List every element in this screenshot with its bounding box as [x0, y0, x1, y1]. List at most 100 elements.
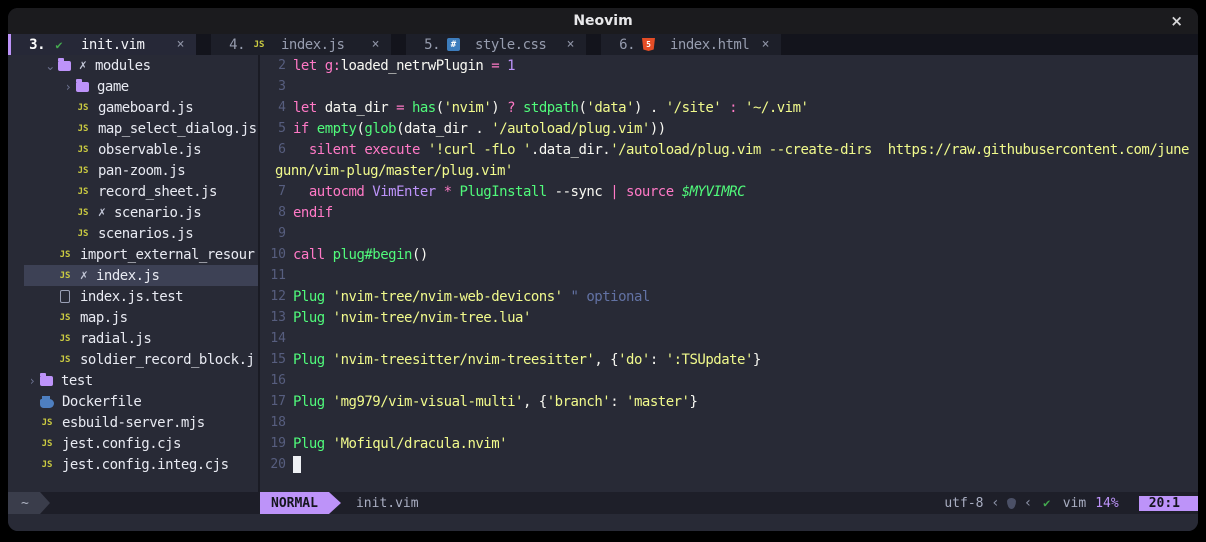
tree-item-index.js.test[interactable]: index.js.test: [8, 286, 258, 307]
code-editor[interactable]: 2let g:loaded_netrwPlugin = 134let data_…: [260, 55, 1198, 492]
tab-init.vim[interactable]: 3.✔init.vim×: [8, 34, 196, 55]
tree-item-index.js[interactable]: JS ✗index.js: [8, 265, 258, 286]
line-number: 17: [260, 394, 286, 409]
code-token: .data_dir.: [531, 142, 610, 158]
code-token: '/autoload/plug.vim --create-dirs https:…: [610, 142, 1189, 158]
line-number: 9: [260, 226, 286, 241]
file-icon: [60, 290, 70, 303]
line-number: 15: [260, 352, 286, 367]
code-token: g:: [325, 58, 341, 74]
tree-item-gameboard.js[interactable]: JSgameboard.js: [8, 97, 258, 118]
folder-icon: [58, 61, 71, 71]
tab-index.html[interactable]: 6.5index.html×: [601, 34, 781, 55]
tree-item-scenario.js[interactable]: JS✗scenario.js: [8, 202, 258, 223]
line-number: 5: [260, 121, 286, 136]
code-token: call: [293, 247, 333, 263]
code-line: 4let data_dir = has('nvim') ? stdpath('d…: [260, 97, 1198, 118]
tree-item-jest.config.integ.cjs[interactable]: JSjest.config.integ.cjs: [8, 454, 258, 475]
tab-style.css[interactable]: 5.#style.css×: [406, 34, 586, 55]
tree-item-test[interactable]: ›test: [8, 370, 258, 391]
code-token: VimEnter: [372, 184, 443, 200]
code-line: 10call plug#begin(): [260, 244, 1198, 265]
statusline-filename: init.vim: [356, 496, 419, 511]
titlebar: Neovim ×: [8, 8, 1198, 34]
code-token: '~/.vim': [745, 100, 808, 116]
code-token: 'master': [626, 394, 689, 410]
code-token: ): [491, 100, 507, 116]
tree-item-game[interactable]: ›game: [8, 76, 258, 97]
tree-item-soldier_record_block.j[interactable]: JSsoldier_record_block.j: [8, 349, 258, 370]
code-token: *: [444, 184, 460, 200]
tree-item-map.js[interactable]: JSmap.js: [8, 307, 258, 328]
code-text: Plug 'nvim-treesitter/nvim-treesitter', …: [293, 352, 761, 368]
tree-item-observable.js[interactable]: JS observable.js: [8, 139, 258, 160]
tab-close-icon[interactable]: ×: [762, 37, 769, 52]
tree-item-label: pan-zoom.js: [98, 163, 185, 179]
code-token: let: [293, 58, 325, 74]
code-token: :: [721, 100, 745, 116]
code-token: '/site': [666, 100, 722, 116]
js-icon: JS: [58, 271, 72, 281]
tree-item-scenarios.js[interactable]: JSscenarios.js: [8, 223, 258, 244]
separator-icon: ‹: [1025, 495, 1031, 511]
git-status-icon: ✗: [80, 268, 96, 283]
js-icon: JS: [76, 145, 90, 155]
tree-item-record_sheet.js[interactable]: JSrecord_sheet.js: [8, 181, 258, 202]
tree-item-label: scenarios.js: [98, 226, 193, 242]
code-token: , {: [594, 352, 618, 368]
code-token: 'nvim-tree/nvim-web-devicons': [333, 289, 563, 305]
code-line: 18: [260, 412, 1198, 433]
code-text: Plug 'nvim-tree/nvim-tree.lua': [293, 310, 531, 326]
code-token: 'nvim': [444, 100, 492, 116]
code-text: Plug 'Mofiqul/dracula.nvim': [293, 436, 507, 452]
tree-item-label: radial.js: [80, 331, 151, 347]
tab-index.js[interactable]: 4.JSindex.js×: [211, 34, 391, 55]
js-icon: JS: [76, 208, 90, 218]
tree-item-radial.js[interactable]: JSradial.js: [8, 328, 258, 349]
neovim-window: Neovim × 3.✔init.vim×4.JSindex.js×5.#sty…: [8, 8, 1198, 531]
line-number: 18: [260, 415, 286, 430]
line-number: 7: [260, 184, 286, 199]
tilde-label: ~: [21, 496, 29, 511]
folder-icon: [40, 376, 53, 386]
tree-item-Dockerfile[interactable]: Dockerfile: [8, 391, 258, 412]
js-icon: JS: [40, 439, 54, 449]
code-token: Plug: [293, 436, 333, 452]
code-token: execute: [364, 142, 427, 158]
tree-item-label: scenario.js: [114, 205, 201, 221]
tree-item-label: test: [61, 373, 93, 389]
code-token: ':TSUpdate': [666, 352, 753, 368]
js-icon: JS: [76, 166, 90, 176]
code-line: 13Plug 'nvim-tree/nvim-tree.lua': [260, 307, 1198, 328]
code-token: 'nvim-treesitter/nvim-treesitter': [333, 352, 595, 368]
window-close-icon[interactable]: ×: [1170, 8, 1183, 34]
tree-item-label: esbuild-server.mjs: [62, 415, 205, 431]
js-icon: JS: [58, 250, 72, 260]
code-token: loaded_netrwPlugin: [341, 58, 492, 74]
tree-item-modules[interactable]: ⌄✗modules: [8, 55, 258, 76]
tree-item-label: index.js: [96, 268, 159, 284]
tree-item-map_select_dialog.js[interactable]: JSmap_select_dialog.js: [8, 118, 258, 139]
code-text: if empty(glob(data_dir . '/autoload/plug…: [293, 121, 666, 137]
code-token: =: [491, 58, 507, 74]
tab-close-icon[interactable]: ×: [177, 37, 184, 52]
tab-label: index.js: [281, 37, 344, 53]
tree-item-label: map_select_dialog.js: [98, 121, 257, 137]
tab-close-icon[interactable]: ×: [567, 37, 574, 52]
tree-item-label: observable.js: [98, 142, 201, 158]
js-icon: JS: [252, 40, 266, 50]
code-token: Plug: [293, 394, 333, 410]
code-token: if: [293, 121, 317, 137]
js-icon: JS: [40, 418, 54, 428]
file-tree[interactable]: ⌄✗modules›gameJSgameboard.jsJSmap_select…: [8, 55, 260, 492]
docker-icon: [40, 399, 54, 408]
tree-item-jest.config.cjs[interactable]: JSjest.config.cjs: [8, 433, 258, 454]
tab-close-icon[interactable]: ×: [372, 37, 379, 52]
js-icon: JS: [58, 355, 72, 365]
tree-item-pan-zoom.js[interactable]: JS pan-zoom.js: [8, 160, 258, 181]
tree-item-esbuild-server.mjs[interactable]: JS esbuild-server.mjs: [8, 412, 258, 433]
tree-item-import_external_resour[interactable]: JSimport_external_resour: [8, 244, 258, 265]
code-token: Plug: [293, 310, 333, 326]
code-text: [293, 456, 301, 473]
main-content: ⌄✗modules›gameJSgameboard.jsJSmap_select…: [8, 55, 1198, 492]
